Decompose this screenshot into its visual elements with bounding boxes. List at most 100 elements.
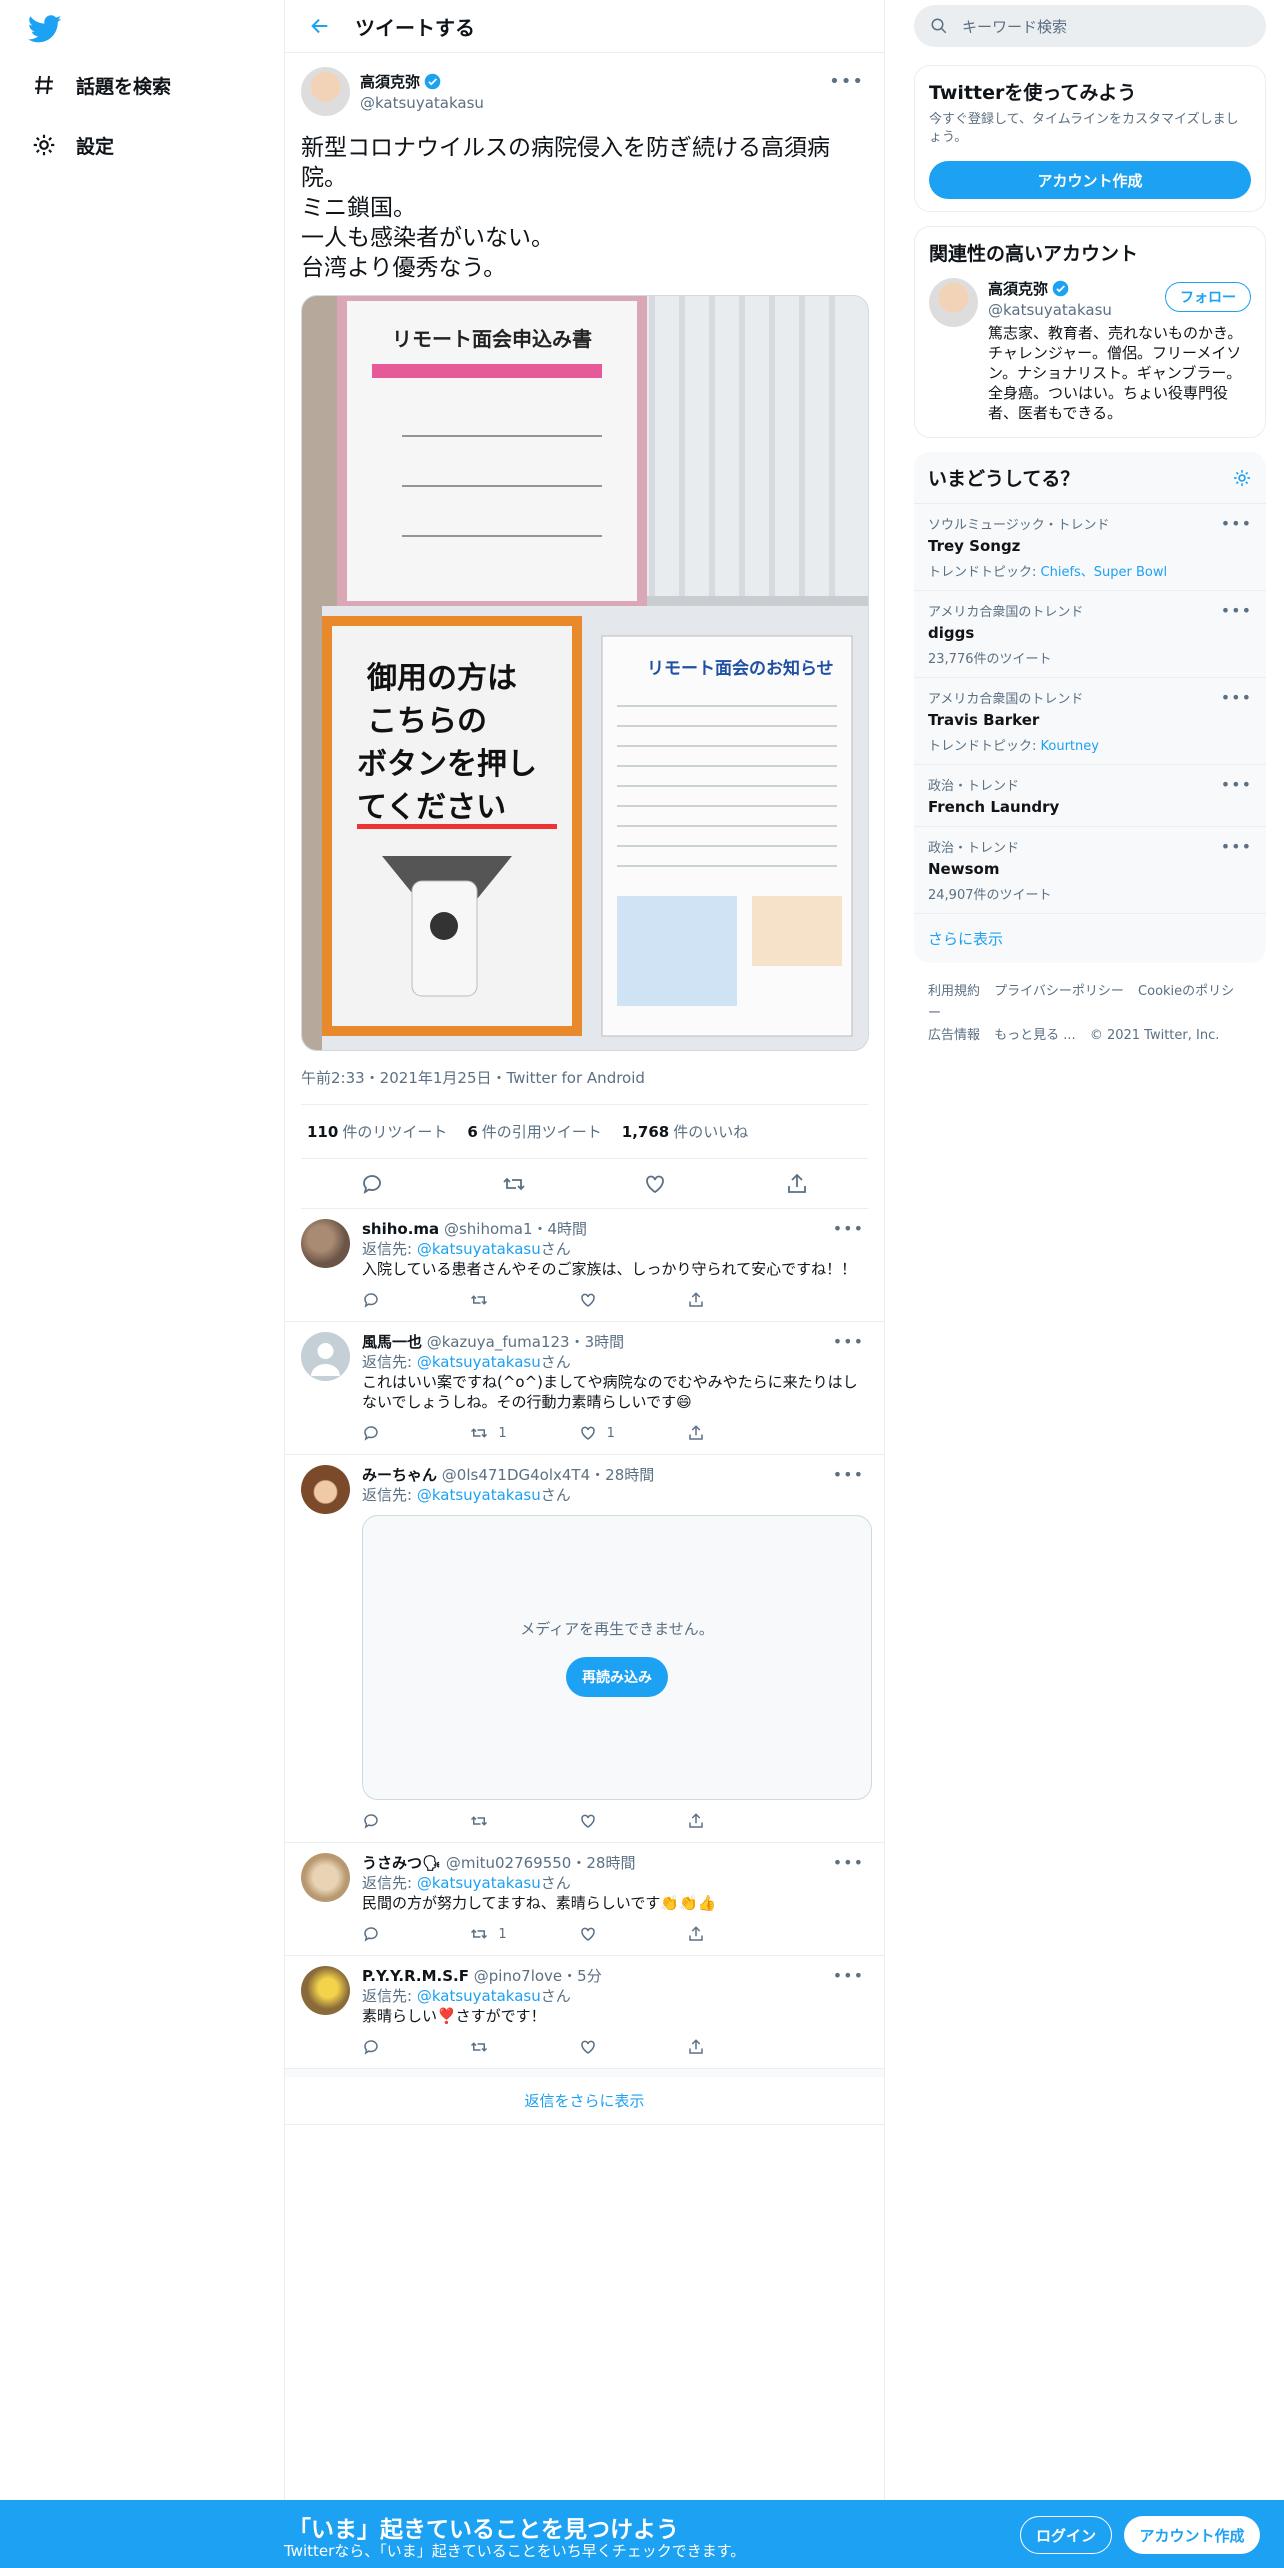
more-options-icon[interactable]: ••• xyxy=(833,1465,864,1484)
tweet-photo[interactable]: リモート面会申込み書 御用の方は こちらの ボタンを押し てください リモート面… xyxy=(301,295,869,1051)
reply-time[interactable]: 28時間 xyxy=(586,1854,635,1872)
share-icon[interactable] xyxy=(687,1812,705,1830)
more-options-icon[interactable]: ••• xyxy=(833,1219,864,1238)
reply-author-name[interactable]: P.Y.Y.R.M.S.F xyxy=(362,1967,469,1985)
back-arrow-icon[interactable] xyxy=(303,9,337,43)
reply-time[interactable]: 4時間 xyxy=(548,1220,588,1238)
related-account[interactable]: 高須克弥 @katsuyatakasu 篤志家、教育者、売れないものかき。チャレ… xyxy=(915,278,1265,437)
more-options-icon[interactable]: ••• xyxy=(1221,688,1252,707)
like-icon[interactable] xyxy=(579,1291,597,1309)
tweet-actions xyxy=(301,1159,868,1209)
reply-author-handle[interactable]: @0ls471DG4olx4T4 xyxy=(442,1466,590,1484)
more-options-icon[interactable]: ••• xyxy=(833,1966,864,1985)
reply-tweet[interactable]: みーちゃん @0ls471DG4olx4T4・28時間 返信先: @katsuy… xyxy=(285,1455,884,1843)
author-name[interactable]: 高須克弥 xyxy=(360,71,420,92)
avatar[interactable] xyxy=(929,278,978,327)
login-button[interactable]: ログイン xyxy=(1020,2516,1112,2554)
like-icon[interactable] xyxy=(579,2038,597,2056)
footer-link-ads[interactable]: 広告情報 xyxy=(928,1028,980,1043)
more-options-icon[interactable]: ••• xyxy=(833,1853,864,1872)
reply-to-link[interactable]: @katsuyatakasu xyxy=(417,1987,541,2005)
retweet-count[interactable]: 110 件のリツイート xyxy=(307,1121,447,1142)
reply-to-link[interactable]: @katsuyatakasu xyxy=(417,1486,541,1504)
reply-author-handle[interactable]: @mitu02769550 xyxy=(446,1854,572,1872)
footer-link-privacy[interactable]: プライバシーポリシー xyxy=(994,984,1124,999)
reply-icon[interactable] xyxy=(362,1291,380,1309)
like-icon[interactable] xyxy=(579,1424,597,1442)
retweet-icon[interactable] xyxy=(470,1925,488,1943)
like-icon[interactable] xyxy=(579,1925,597,1943)
footer-link-terms[interactable]: 利用規約 xyxy=(928,984,980,999)
reply-icon[interactable] xyxy=(362,2038,380,2056)
like-icon[interactable] xyxy=(579,1812,597,1830)
nav-settings[interactable]: 設定 xyxy=(30,120,114,170)
footer-link-more[interactable]: もっと見る ... xyxy=(994,1028,1076,1043)
reply-time[interactable]: 3時間 xyxy=(585,1333,625,1351)
reply-author-name[interactable]: うさみつ🗣 xyxy=(362,1854,441,1872)
reply-time[interactable]: 5分 xyxy=(577,1967,602,1985)
reply-author-name[interactable]: みーちゃん xyxy=(362,1466,437,1484)
quote-count[interactable]: 6 件の引用ツイート xyxy=(467,1121,601,1142)
more-options-icon[interactable]: ••• xyxy=(1221,601,1252,620)
reply-icon[interactable] xyxy=(360,1172,384,1196)
like-icon[interactable] xyxy=(643,1172,667,1196)
retweet-icon[interactable] xyxy=(502,1172,526,1196)
avatar[interactable] xyxy=(301,66,350,116)
share-icon[interactable] xyxy=(687,1925,705,1943)
more-options-icon[interactable]: ••• xyxy=(833,1332,864,1351)
more-options-icon[interactable]: ••• xyxy=(1221,775,1252,794)
related-account-name[interactable]: 高須克弥 xyxy=(988,278,1048,299)
reply-icon[interactable] xyxy=(362,1925,380,1943)
reply-tweet[interactable]: うさみつ🗣 @mitu02769550・28時間 返信先: @katsuyata… xyxy=(285,1843,884,1956)
reply-to-link[interactable]: @katsuyatakasu xyxy=(417,1874,541,1892)
reply-author-name[interactable]: 風馬一也 xyxy=(362,1333,422,1351)
follow-button[interactable]: フォロー xyxy=(1165,282,1251,312)
author-handle[interactable]: @katsuyatakasu xyxy=(360,94,484,112)
show-more-replies-link[interactable]: 返信をさらに表示 xyxy=(285,2069,884,2125)
reply-author-name[interactable]: shiho.ma xyxy=(362,1220,439,1238)
like-count[interactable]: 1,768 件のいいね xyxy=(622,1121,748,1142)
reply-tweet[interactable]: P.Y.Y.R.M.S.F @pino7love・5分 返信先: @katsuy… xyxy=(285,1956,884,2069)
retweet-icon[interactable] xyxy=(470,1291,488,1309)
more-options-icon[interactable]: ••• xyxy=(1221,514,1252,533)
retweet-icon[interactable] xyxy=(470,2038,488,2056)
trend-item[interactable]: ソウルミュージック・トレンド Trey Songz トレンドトピック: Chie… xyxy=(914,504,1266,591)
share-icon[interactable] xyxy=(687,1424,705,1442)
reply-icon[interactable] xyxy=(362,1424,380,1442)
trend-item[interactable]: 政治・トレンド Newsom 24,907件のツイート ••• xyxy=(914,827,1266,914)
create-account-button[interactable]: アカウント作成 xyxy=(929,161,1251,199)
retweet-icon[interactable] xyxy=(470,1812,488,1830)
twitter-logo-icon[interactable] xyxy=(28,12,62,46)
share-icon[interactable] xyxy=(687,1291,705,1309)
nav-explore[interactable]: 話題を検索 xyxy=(30,60,171,110)
reply-tweet[interactable]: 風馬一也 @kazuya_fuma123・3時間 返信先: @katsuyata… xyxy=(285,1322,884,1455)
avatar[interactable] xyxy=(301,1966,350,2015)
reply-to-link[interactable]: @katsuyatakasu xyxy=(417,1240,541,1258)
reply-author-handle[interactable]: @pino7love xyxy=(474,1967,562,1985)
search-bar[interactable]: キーワード検索 xyxy=(914,5,1266,47)
avatar[interactable] xyxy=(301,1465,350,1514)
reply-to-link[interactable]: @katsuyatakasu xyxy=(417,1353,541,1371)
gear-icon[interactable] xyxy=(1232,468,1252,488)
trend-item[interactable]: 政治・トレンド French Laundry ••• xyxy=(914,765,1266,827)
retweet-icon[interactable] xyxy=(470,1424,488,1442)
signup-button[interactable]: アカウント作成 xyxy=(1124,2516,1260,2554)
avatar[interactable] xyxy=(301,1332,350,1381)
reply-time[interactable]: 28時間 xyxy=(605,1466,654,1484)
reload-button[interactable]: 再読み込み xyxy=(566,1657,668,1697)
tweet-author[interactable]: 高須克弥 @katsuyatakasu xyxy=(301,65,868,117)
reply-author-handle[interactable]: @kazuya_fuma123 xyxy=(427,1333,570,1351)
reply-tweet[interactable]: shiho.ma @shihoma1・4時間 返信先: @katsuyataka… xyxy=(285,1209,884,1322)
reply-icon[interactable] xyxy=(362,1812,380,1830)
share-icon[interactable] xyxy=(785,1172,809,1196)
trend-item[interactable]: アメリカ合衆国のトレンド Travis Barker トレンドトピック: Kou… xyxy=(914,678,1266,765)
search-input[interactable]: キーワード検索 xyxy=(962,16,1067,37)
reply-author-handle[interactable]: @shihoma1 xyxy=(444,1220,533,1238)
more-options-icon[interactable]: ••• xyxy=(829,71,864,92)
show-more-trends-link[interactable]: さらに表示 xyxy=(914,914,1266,963)
avatar[interactable] xyxy=(301,1853,350,1902)
more-options-icon[interactable]: ••• xyxy=(1221,837,1252,856)
share-icon[interactable] xyxy=(687,2038,705,2056)
avatar[interactable] xyxy=(301,1219,350,1268)
trend-item[interactable]: アメリカ合衆国のトレンド diggs 23,776件のツイート ••• xyxy=(914,591,1266,678)
